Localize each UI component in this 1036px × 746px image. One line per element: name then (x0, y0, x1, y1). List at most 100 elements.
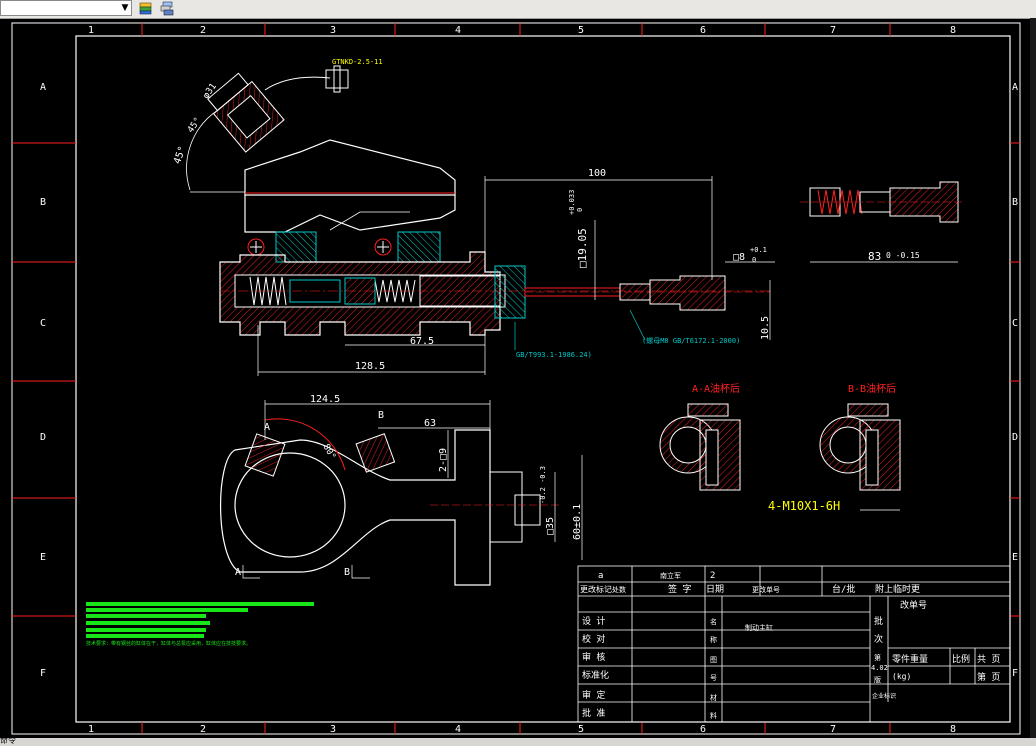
plan-dimensions: 124.5 63 B A 2-□9 □35 -0.2 -0.3 60±0.1 A… (235, 394, 583, 579)
svg-text:名: 名 (710, 617, 717, 626)
svg-text:次: 次 (874, 633, 883, 645)
dim-35-tol: -0.2 -0.3 (539, 466, 547, 504)
status-bar: 命令 (0, 738, 1036, 746)
dim-10-5: 10.5 (760, 316, 771, 340)
dim-19-tol-up: +0.033 (568, 190, 576, 215)
col-label: 1 (88, 724, 94, 735)
svg-text:2: 2 (710, 571, 715, 581)
label-a2: A (235, 567, 241, 578)
layers-icon[interactable] (137, 1, 155, 16)
col-label: 3 (330, 25, 336, 36)
angle-80: 80° (320, 443, 337, 462)
col-label: 6 (700, 724, 706, 735)
label-b: B (378, 410, 384, 421)
svg-text:批: 批 (874, 615, 883, 627)
note-line-1: 技术要求：带有钢丝的缸体在干，缸体与总泵应采用，缸体应在技技要求。 (86, 640, 251, 647)
section-bb-label: B-B油杯后 (848, 382, 896, 395)
row-label: C (1012, 318, 1018, 329)
svg-text:称: 称 (710, 635, 717, 644)
col-label: 7 (830, 724, 836, 735)
col-label: 8 (950, 724, 956, 735)
cad-drawing[interactable]: 1 2 3 4 5 6 7 8 1 2 3 4 5 6 7 8 A B C D … (0, 18, 1030, 738)
dim-124-5: 124.5 (310, 394, 340, 405)
status-text: 命令 (0, 738, 16, 745)
row-label: E (40, 552, 46, 563)
svg-text:比例: 比例 (952, 653, 970, 665)
svg-text:第: 第 (874, 653, 881, 662)
col-label: 4 (455, 25, 461, 36)
sensor-assembly: GTNKD-2.5-11 45° 45° φ31 (172, 58, 383, 193)
dim-83-tol: 0 -0.15 (886, 251, 920, 260)
svg-text:a: a (598, 571, 603, 581)
dim-128-5: 128.5 (355, 361, 385, 372)
svg-text:材: 材 (710, 693, 717, 702)
svg-text:台/批: 台/批 (832, 583, 855, 595)
svg-text:更改单号: 更改单号 (752, 585, 780, 594)
layer-dropdown[interactable] (0, 0, 132, 16)
col-label: 6 (700, 25, 706, 36)
title-block-text: a 南立军 2 更改标记 处数 签 字 日期 更改单号 台/批 附上临时更 改单… (580, 571, 1000, 720)
title-block (577, 565, 1011, 723)
col-label: 5 (578, 25, 584, 36)
main-section-view (219, 139, 770, 336)
col-label: 7 (830, 25, 836, 36)
row-label: F (1012, 668, 1018, 679)
svg-text:标准化: 标准化 (582, 669, 609, 681)
dim-100: 100 (588, 168, 606, 179)
row-label: F (40, 668, 46, 679)
dim-8-tol-up: +0.1 (750, 246, 767, 254)
svg-text:附上临时更: 附上临时更 (875, 583, 920, 595)
svg-text:批 准: 批 准 (582, 707, 605, 719)
toolbar: ▼ (0, 0, 1036, 19)
svg-text:版: 版 (874, 675, 881, 684)
label-b2: B (344, 567, 350, 578)
dim-8: □8 (733, 252, 745, 263)
svg-text:设 计: 设 计 (582, 615, 605, 627)
note-gb1: GB/T993.1-1986.24) (516, 351, 592, 359)
row-label: B (1012, 197, 1018, 208)
col-label: 1 (88, 25, 94, 36)
col-label: 2 (200, 25, 206, 36)
section-aa-label: A-A油杯后 (692, 382, 740, 395)
svg-text:第 页: 第 页 (977, 671, 1000, 683)
svg-text:号: 号 (710, 674, 717, 682)
svg-text:改单号: 改单号 (900, 599, 927, 611)
col-label: 4 (455, 724, 461, 735)
svg-text:处数: 处数 (612, 585, 626, 594)
svg-text:签 字: 签 字 (668, 583, 691, 595)
col-label: 8 (950, 25, 956, 36)
label-a: A (264, 422, 270, 433)
note-gb2: (螺母M8 GB/T6172.1-2000) (642, 336, 740, 345)
col-label: 2 (200, 724, 206, 735)
chevron-down-icon[interactable]: ▼ (118, 0, 132, 16)
svg-text:南立军: 南立军 (660, 571, 681, 580)
dim-19-tol-lo: 0 (576, 208, 584, 212)
dim-60: 60±0.1 (572, 504, 583, 540)
angle-label: 45° (172, 145, 189, 166)
row-label: D (40, 432, 46, 443)
row-label: A (40, 82, 46, 93)
outer-frame (11, 22, 1021, 735)
connector-label: GTNKD-2.5-11 (332, 58, 383, 66)
svg-text:图: 图 (710, 656, 717, 664)
svg-text:制动主缸: 制动主缸 (745, 623, 773, 632)
dim-2-9: 2-□9 (438, 448, 449, 472)
svg-text:审 核: 审 核 (582, 651, 605, 663)
dim-19: □19.05 (576, 228, 589, 268)
svg-text:共 页: 共 页 (977, 654, 1000, 665)
piston-detail: 83 0 -0.15 (800, 181, 965, 263)
thread-label: 4-M10X1-6H (768, 499, 840, 513)
row-label: E (1012, 552, 1018, 563)
row-label: D (1012, 432, 1018, 443)
technical-notes: 技术要求：带有钢丝的缸体在干，缸体与总泵应采用，缸体应在技技要求。 (86, 602, 314, 647)
dim-8-tol-lo: 0 (752, 256, 756, 264)
svg-text:料: 料 (710, 711, 717, 720)
dim-67-5: 67.5 (410, 336, 434, 347)
dim-63: 63 (424, 418, 436, 429)
section-bb: B-B油杯后 (819, 382, 901, 511)
plan-view: 80° (219, 418, 560, 586)
layer-stack-icon[interactable] (158, 1, 176, 16)
vertical-scrollbar[interactable] (1030, 18, 1036, 738)
row-label: C (40, 318, 46, 329)
dim-35: □35 (545, 517, 556, 535)
